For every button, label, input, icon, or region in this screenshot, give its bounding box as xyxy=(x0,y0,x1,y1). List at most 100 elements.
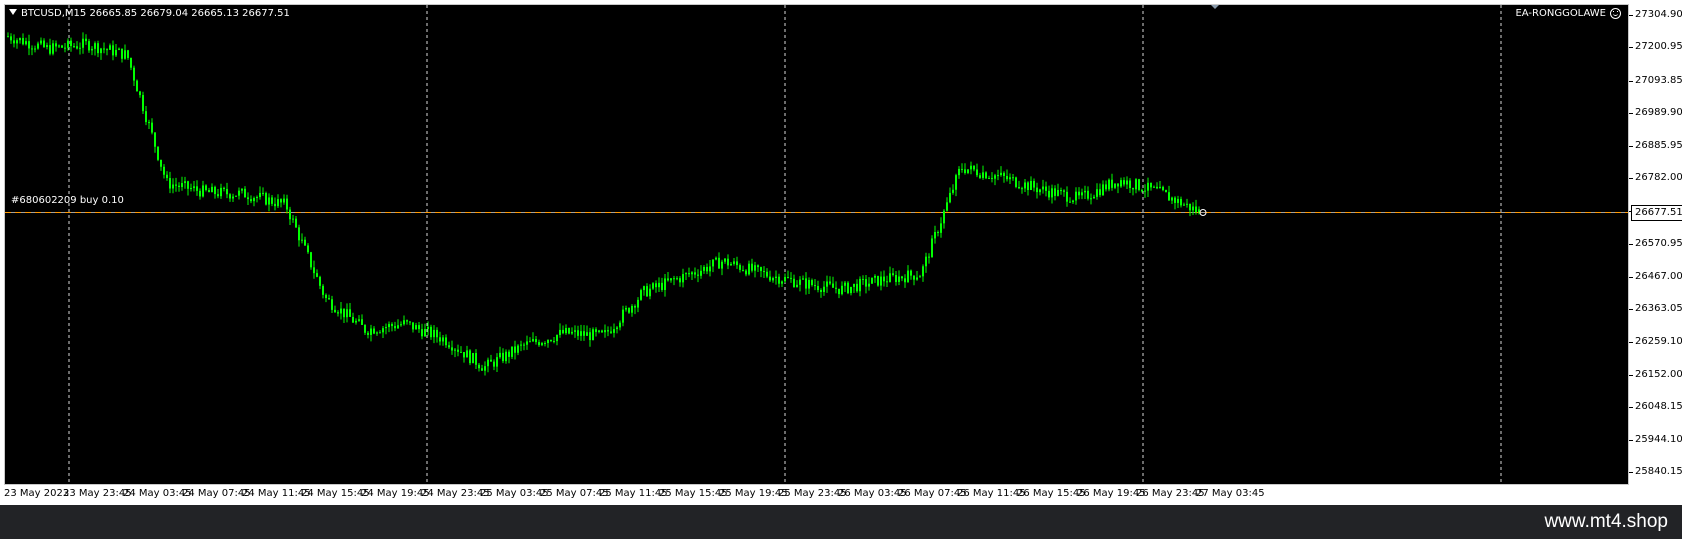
candle-body xyxy=(640,290,642,300)
candle-body xyxy=(1180,198,1182,206)
candle-body xyxy=(421,329,423,337)
candle-body xyxy=(238,190,240,196)
candle-body xyxy=(148,122,150,124)
price-tick xyxy=(1629,244,1633,245)
time-label: 25 May 23:45 xyxy=(778,488,847,499)
candle-body xyxy=(115,49,117,56)
candle-body xyxy=(259,192,261,198)
candle-body xyxy=(34,48,36,50)
candle-body xyxy=(517,345,519,353)
time-label: 23 May 23:45 xyxy=(63,488,132,499)
candle-body xyxy=(283,198,285,203)
candle-body xyxy=(982,172,984,178)
time-label: 25 May 11:45 xyxy=(599,488,668,499)
price-label: 26570.95 xyxy=(1635,238,1682,249)
site-label[interactable]: www.mt4.shop xyxy=(1544,511,1668,533)
smile-icon[interactable] xyxy=(1610,8,1621,19)
candle-body xyxy=(805,278,807,289)
candle-body xyxy=(790,277,792,279)
candle-body xyxy=(352,316,354,323)
candle-body xyxy=(838,288,840,295)
candle-body xyxy=(409,321,411,323)
candle-body xyxy=(970,165,972,170)
candle-body xyxy=(925,256,927,267)
candle-body xyxy=(316,273,318,277)
candle-body xyxy=(535,339,537,343)
candle-body xyxy=(1012,177,1014,179)
price-label: 27304.90 xyxy=(1635,9,1682,20)
price-tick xyxy=(1629,375,1633,376)
candle-body xyxy=(682,274,684,283)
candle-body xyxy=(655,283,657,288)
candle-body xyxy=(844,282,846,286)
candle-body xyxy=(1102,184,1104,196)
candle-body xyxy=(898,276,900,282)
candle-body xyxy=(748,263,750,275)
candle-body xyxy=(154,132,156,147)
price-label: 25944.10 xyxy=(1635,434,1682,445)
time-label: 27 May 03:45 xyxy=(1196,488,1265,499)
candle-body xyxy=(772,278,774,281)
time-label: 26 May 15:45 xyxy=(1017,488,1086,499)
candle-body xyxy=(133,67,135,81)
candle-body xyxy=(841,285,843,295)
price-chart[interactable] xyxy=(5,5,1629,485)
candle-body xyxy=(697,274,699,276)
candle-body xyxy=(298,227,300,241)
candle-body xyxy=(301,239,303,241)
candle-body xyxy=(313,267,315,274)
time-label: 26 May 11:45 xyxy=(957,488,1026,499)
candle-body xyxy=(967,169,969,173)
candle-body xyxy=(1057,190,1059,196)
candle-body xyxy=(208,190,210,193)
candle-body xyxy=(526,341,528,345)
order-text: buy 0.10 xyxy=(79,195,124,206)
candle-body xyxy=(766,271,768,277)
dropdown-triangle-icon[interactable] xyxy=(9,9,17,15)
candle-body xyxy=(589,332,591,341)
candle-body xyxy=(559,329,561,335)
candle-body xyxy=(349,309,351,317)
candle-body xyxy=(97,43,99,54)
candle-body xyxy=(565,328,567,334)
candle-body xyxy=(475,353,477,365)
chart-window[interactable]: BTCUSD,M15 26665.85 26679.04 26665.13 26… xyxy=(4,4,1629,485)
candle-body xyxy=(1147,182,1149,191)
candle-body xyxy=(547,339,549,344)
candle-body xyxy=(1093,196,1095,199)
candle-body xyxy=(361,319,363,325)
candle-body xyxy=(460,351,462,353)
candle-body xyxy=(829,281,831,284)
candle-body xyxy=(592,329,594,341)
candle-body xyxy=(763,271,765,273)
price-tick xyxy=(1629,146,1633,147)
candle-body xyxy=(88,41,90,51)
candle-body xyxy=(1060,190,1062,192)
price-tick xyxy=(1629,309,1633,310)
candle-body xyxy=(169,178,171,189)
candle-body xyxy=(1024,182,1026,189)
candle-body xyxy=(745,270,747,275)
candle-body xyxy=(340,308,342,314)
candle-body xyxy=(928,256,930,258)
candle-body xyxy=(403,320,405,325)
candle-body xyxy=(181,183,183,187)
price-label: 26467.00 xyxy=(1635,271,1682,282)
candle-body xyxy=(418,325,420,330)
candle-body xyxy=(1123,180,1125,185)
price-label: 27200.95 xyxy=(1635,41,1682,52)
candle-body xyxy=(100,48,102,54)
candle-body xyxy=(691,272,693,275)
candle-body xyxy=(676,278,678,280)
candle-body xyxy=(448,345,450,348)
price-tick xyxy=(1629,277,1633,278)
candle-body xyxy=(397,325,399,329)
candle-body xyxy=(175,184,177,186)
candle-body xyxy=(895,275,897,282)
candle-body xyxy=(823,286,825,292)
candle-body xyxy=(1153,186,1155,188)
candle-body xyxy=(1189,203,1191,211)
candle-body xyxy=(202,185,204,197)
candle-body xyxy=(442,337,444,342)
candle-body xyxy=(604,330,606,333)
